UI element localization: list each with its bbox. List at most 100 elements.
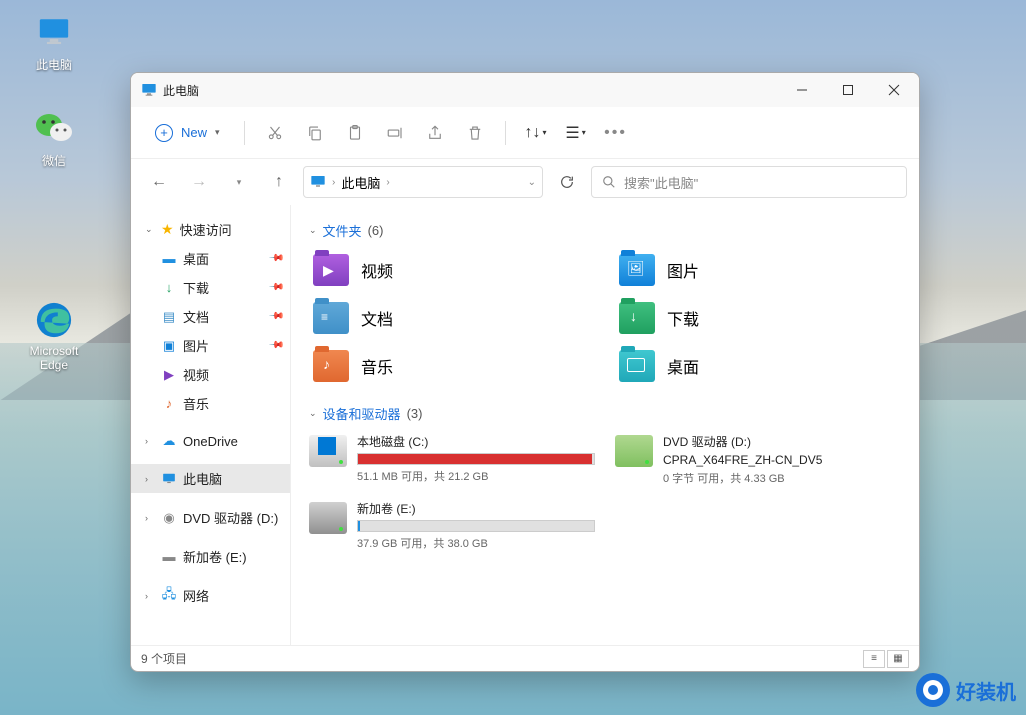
address-bar[interactable]: › 此电脑 › ⌄ [303,166,543,198]
recent-button[interactable]: ▾ [223,166,255,198]
monitor-icon [141,82,157,98]
chevron-down-icon: ⌄ [309,225,317,236]
nav-row: ← → ▾ ↑ › 此电脑 › ⌄ 搜索"此电脑" [131,159,919,205]
wechat-icon [34,108,74,148]
sidebar-item-newvol[interactable]: ›▬新加卷 (E:) [131,542,290,571]
dvd-drive-icon [615,435,653,467]
minimize-button[interactable] [779,74,825,106]
drive-c[interactable]: 本地磁盘 (C:) 51.1 MB 可用，共 21.2 GB [309,433,595,486]
cloud-icon: ☁ [161,433,177,449]
status-bar: 9 个项目 ≡ ▦ [131,645,919,671]
sidebar: ⌄★快速访问 ▬桌面📌 ↓下载📌 ▤文档📌 ▣图片📌 ▶视频 ♪音乐 ›☁One… [131,205,291,645]
back-button[interactable]: ← [143,166,175,198]
toolbar: + New ▾ ↑↓▾ ☰▾ ••• [131,107,919,159]
monitor-icon [34,12,74,52]
folder-desktop[interactable]: 桌面 [615,346,901,386]
copy-button[interactable] [297,115,333,151]
music-folder-icon: ♪ [313,350,349,382]
disc-icon: ◉ [161,510,177,526]
watermark-icon [916,673,950,707]
folder-music[interactable]: ♪音乐 [309,346,595,386]
drive-icon: ▬ [161,549,177,565]
titlebar[interactable]: 此电脑 [131,73,919,107]
share-button[interactable] [417,115,453,151]
drive-icon [309,502,347,534]
drive-capacity-bar [357,520,595,532]
window-title: 此电脑 [163,82,199,99]
crumb-sep: › [386,177,389,188]
pin-icon: 📌 [267,279,284,296]
search-icon [602,175,616,189]
drive-d[interactable]: DVD 驱动器 (D:) CPRA_X64FRE_ZH-CN_DV5 0 字节 … [615,433,901,486]
picture-icon: ▣ [161,338,177,354]
watermark: 好装机 [916,673,1016,707]
folder-documents[interactable]: ≡文档 [309,298,595,338]
new-button[interactable]: + New ▾ [143,118,232,148]
plus-icon: + [155,124,173,142]
sort-button[interactable]: ↑↓▾ [518,115,554,151]
section-header-folders[interactable]: ⌄ 文件夹 (6) [309,221,901,240]
pin-icon: 📌 [267,250,284,267]
monitor-icon [310,174,326,190]
drive-e[interactable]: 新加卷 (E:) 37.9 GB 可用，共 38.0 GB [309,500,595,551]
sidebar-item-pictures[interactable]: ▣图片📌 [131,331,290,360]
sidebar-item-quick-access[interactable]: ⌄★快速访问 [131,215,290,244]
sidebar-item-this-pc[interactable]: ›此电脑 [131,464,290,493]
chevron-down-icon: ⌄ [309,408,317,419]
pin-icon: 📌 [267,337,284,354]
sidebar-item-dvd[interactable]: ›◉DVD 驱动器 (D:) [131,503,290,532]
maximize-button[interactable] [825,74,871,106]
cut-button[interactable] [257,115,293,151]
refresh-button[interactable] [551,166,583,198]
desktop-icon-wechat[interactable]: 微信 [18,108,90,169]
view-toggle[interactable]: ≡ ▦ [863,650,909,668]
rename-button[interactable] [377,115,413,151]
video-icon: ▶ [161,367,177,383]
desktop-icon-label: 此电脑 [18,56,90,73]
desktop-icon-label: Microsoft Edge [18,344,90,372]
forward-button[interactable]: → [183,166,215,198]
search-placeholder: 搜索"此电脑" [624,173,698,192]
more-button[interactable]: ••• [598,115,634,151]
sidebar-item-desktop[interactable]: ▬桌面📌 [131,244,290,273]
video-folder-icon: ▶ [313,254,349,286]
explorer-window: 此电脑 + New ▾ ↑↓▾ ☰▾ ••• ← → ▾ ↑ › 此电脑 › [130,72,920,672]
desktop-icon-label: 微信 [18,152,90,169]
search-input[interactable]: 搜索"此电脑" [591,166,907,198]
main-content: ⌄ 文件夹 (6) ▶视频 🖼图片 ≡文档 ↓下载 ♪音乐 桌面 ⌄ 设备和驱动… [291,205,919,645]
breadcrumb[interactable]: 此电脑 [341,173,380,192]
details-view-icon[interactable]: ≡ [863,650,885,668]
download-folder-icon: ↓ [619,302,655,334]
sidebar-item-videos[interactable]: ▶视频 [131,360,290,389]
desktop-icon-this-pc[interactable]: 此电脑 [18,12,90,73]
folder-downloads[interactable]: ↓下载 [615,298,901,338]
sidebar-item-downloads[interactable]: ↓下载📌 [131,273,290,302]
monitor-icon [161,471,177,487]
download-icon: ↓ [161,280,177,296]
music-icon: ♪ [161,396,177,412]
pin-icon: 📌 [267,308,284,325]
desktop-icon-edge[interactable]: Microsoft Edge [18,300,90,372]
sidebar-item-network[interactable]: ›🖧网络 [131,581,290,610]
network-icon: 🖧 [161,588,177,604]
document-folder-icon: ≡ [313,302,349,334]
section-header-drives[interactable]: ⌄ 设备和驱动器 (3) [309,404,901,423]
tiles-view-icon[interactable]: ▦ [887,650,909,668]
chevron-down-icon[interactable]: ⌄ [528,177,536,188]
sidebar-item-onedrive[interactable]: ›☁OneDrive [131,428,290,454]
folder-pictures[interactable]: 🖼图片 [615,250,901,290]
desktop-folder-icon [619,350,655,382]
picture-folder-icon: 🖼 [619,254,655,286]
edge-icon [34,300,74,340]
up-button[interactable]: ↑ [263,166,295,198]
paste-button[interactable] [337,115,373,151]
view-button[interactable]: ☰▾ [558,115,594,151]
drive-capacity-bar [357,453,595,465]
star-icon: ★ [161,221,174,238]
sidebar-item-documents[interactable]: ▤文档📌 [131,302,290,331]
sidebar-item-music[interactable]: ♪音乐 [131,389,290,418]
desktop-icon: ▬ [161,251,177,267]
close-button[interactable] [871,74,917,106]
delete-button[interactable] [457,115,493,151]
folder-videos[interactable]: ▶视频 [309,250,595,290]
